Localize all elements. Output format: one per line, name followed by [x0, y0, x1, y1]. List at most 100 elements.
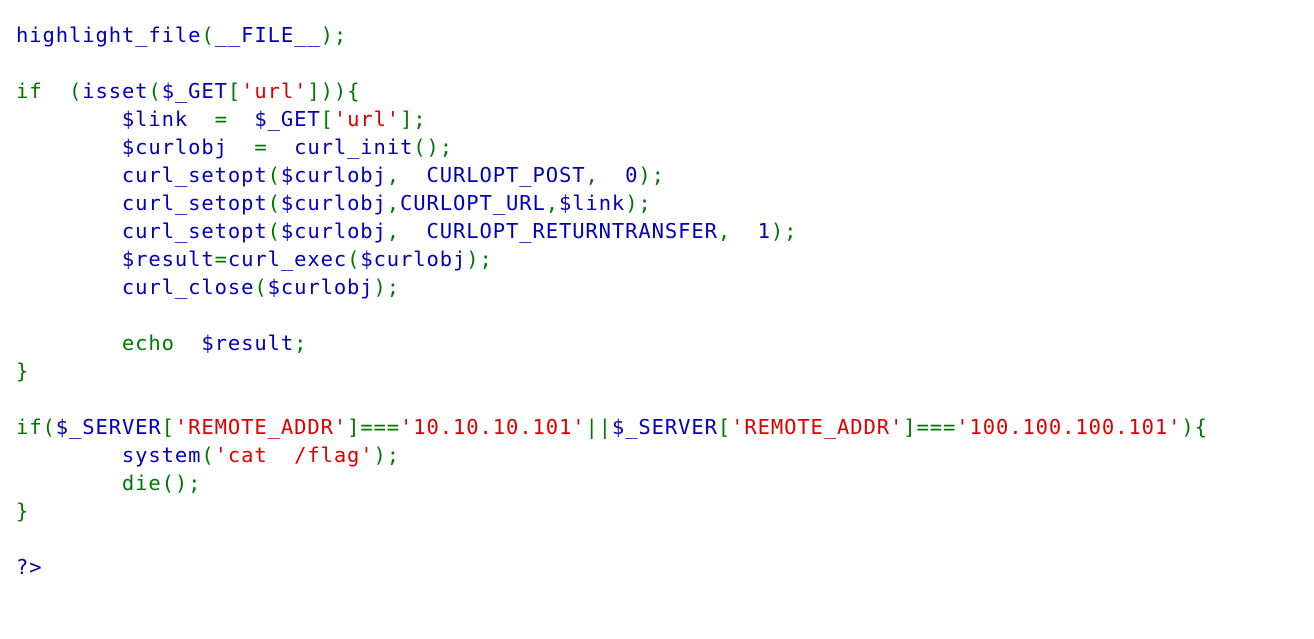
code-token: $_GET — [254, 107, 321, 131]
code-token: ( — [201, 443, 215, 467]
code-token: ]=== — [903, 415, 957, 439]
code-token: $_GET — [161, 79, 228, 103]
code-token: '10.10.10.101' — [400, 415, 586, 439]
code-token: 1 — [757, 219, 771, 243]
code-line: system('cat /flag'); — [16, 441, 1314, 469]
code-token: ); — [373, 443, 401, 467]
code-token: = — [214, 107, 255, 131]
code-token: ); — [625, 191, 652, 215]
code-token: ( — [148, 79, 162, 103]
code-line: $curlobj = curl_init(); — [16, 133, 1314, 161]
code-line: if (isset($_GET['url'])){ — [16, 77, 1314, 105]
code-token: ( — [347, 247, 361, 271]
code-token: ; — [294, 331, 308, 355]
code-line: die(); — [16, 469, 1314, 497]
code-token: = — [254, 135, 295, 159]
code-token: CURLOPT_POST — [426, 163, 586, 187]
code-token: CURLOPT_URL — [400, 191, 546, 215]
code-line: $link = $_GET['url']; — [16, 105, 1314, 133]
code-token: (); — [413, 135, 454, 159]
code-token: $curlobj — [267, 275, 374, 299]
code-token: [ — [320, 107, 334, 131]
code-token: [ — [227, 79, 242, 103]
code-line: } — [16, 497, 1314, 525]
code-token: '100.100.100.101' — [956, 415, 1182, 439]
code-token: , — [585, 163, 626, 187]
code-token: if ( — [16, 79, 83, 103]
code-token: , — [545, 191, 559, 215]
code-token: [ — [717, 415, 732, 439]
php-source-code: highlight_file(__FILE__); if (isset($_GE… — [16, 21, 1314, 581]
code-line: curl_setopt($curlobj, CURLOPT_POST, 0); — [16, 161, 1314, 189]
code-token: $result — [201, 331, 295, 355]
code-token: ); — [373, 275, 401, 299]
code-token: ); — [320, 23, 348, 47]
code-token: ){ — [1181, 415, 1208, 439]
code-token: ?> — [16, 555, 43, 579]
code-token: isset — [82, 79, 149, 103]
code-token: 'REMOTE_ADDR' — [731, 415, 904, 439]
code-token: if( — [16, 415, 56, 439]
code-token: $_SERVER — [55, 415, 162, 439]
code-token: $link — [16, 107, 215, 131]
code-token: curl_setopt — [16, 219, 268, 243]
code-token: 'cat /flag' — [214, 443, 374, 467]
code-token: ( — [254, 275, 268, 299]
code-token: , — [386, 163, 427, 187]
code-token: , — [717, 219, 758, 243]
code-token: 'url' — [241, 79, 308, 103]
code-token: [ — [161, 415, 175, 439]
code-token: $_SERVER — [611, 415, 718, 439]
code-line: ?> — [16, 553, 1314, 581]
code-page: highlight_file(__FILE__); if (isset($_GE… — [0, 0, 1314, 639]
code-token: || — [585, 415, 612, 439]
code-line: curl_setopt($curlobj, CURLOPT_RETURNTRAN… — [16, 217, 1314, 245]
code-token: 'url' — [333, 107, 401, 131]
code-token: ])){ — [307, 79, 361, 103]
code-line: curl_close($curlobj); — [16, 273, 1314, 301]
code-token: ( — [201, 23, 215, 47]
code-line: curl_setopt($curlobj,CURLOPT_URL,$link); — [16, 189, 1314, 217]
code-token: $curlobj — [360, 247, 467, 271]
code-token: $curlobj — [16, 135, 255, 159]
code-token: (); — [161, 471, 202, 495]
code-token: die — [16, 471, 162, 495]
code-line: $result=curl_exec($curlobj); — [16, 245, 1314, 273]
code-token: , — [386, 219, 427, 243]
code-token: system — [16, 443, 202, 467]
code-token: curl_init — [294, 135, 414, 159]
code-token: $curlobj — [280, 191, 387, 215]
code-token: curl_setopt — [16, 163, 268, 187]
code-token: ); — [466, 247, 493, 271]
code-token: $link — [558, 191, 626, 215]
code-token: curl_close — [16, 275, 255, 299]
code-token: ); — [638, 163, 665, 187]
code-token: ); — [770, 219, 798, 243]
code-line: echo $result; — [16, 329, 1314, 357]
code-token: highlight_file — [16, 23, 202, 47]
code-token: $result — [16, 247, 215, 271]
code-token: __FILE__ — [214, 23, 321, 47]
code-token: ]=== — [347, 415, 401, 439]
code-token: CURLOPT_RETURNTRANSFER — [426, 219, 718, 243]
code-token: ( — [267, 191, 281, 215]
code-token: 'REMOTE_ADDR' — [174, 415, 348, 439]
code-token: curl_exec — [227, 247, 348, 271]
code-token: echo — [16, 331, 202, 355]
code-token: ( — [267, 219, 281, 243]
code-token: , — [386, 191, 401, 215]
code-token: = — [214, 247, 228, 271]
code-token: ]; — [400, 107, 427, 131]
code-token: ( — [267, 163, 281, 187]
code-token: } — [16, 359, 30, 383]
code-token: 0 — [625, 163, 639, 187]
code-token: $curlobj — [280, 219, 387, 243]
code-line: highlight_file(__FILE__); — [16, 21, 1314, 49]
code-token: curl_setopt — [16, 191, 268, 215]
code-token: } — [16, 499, 30, 523]
code-line: if($_SERVER['REMOTE_ADDR']==='10.10.10.1… — [16, 413, 1314, 441]
